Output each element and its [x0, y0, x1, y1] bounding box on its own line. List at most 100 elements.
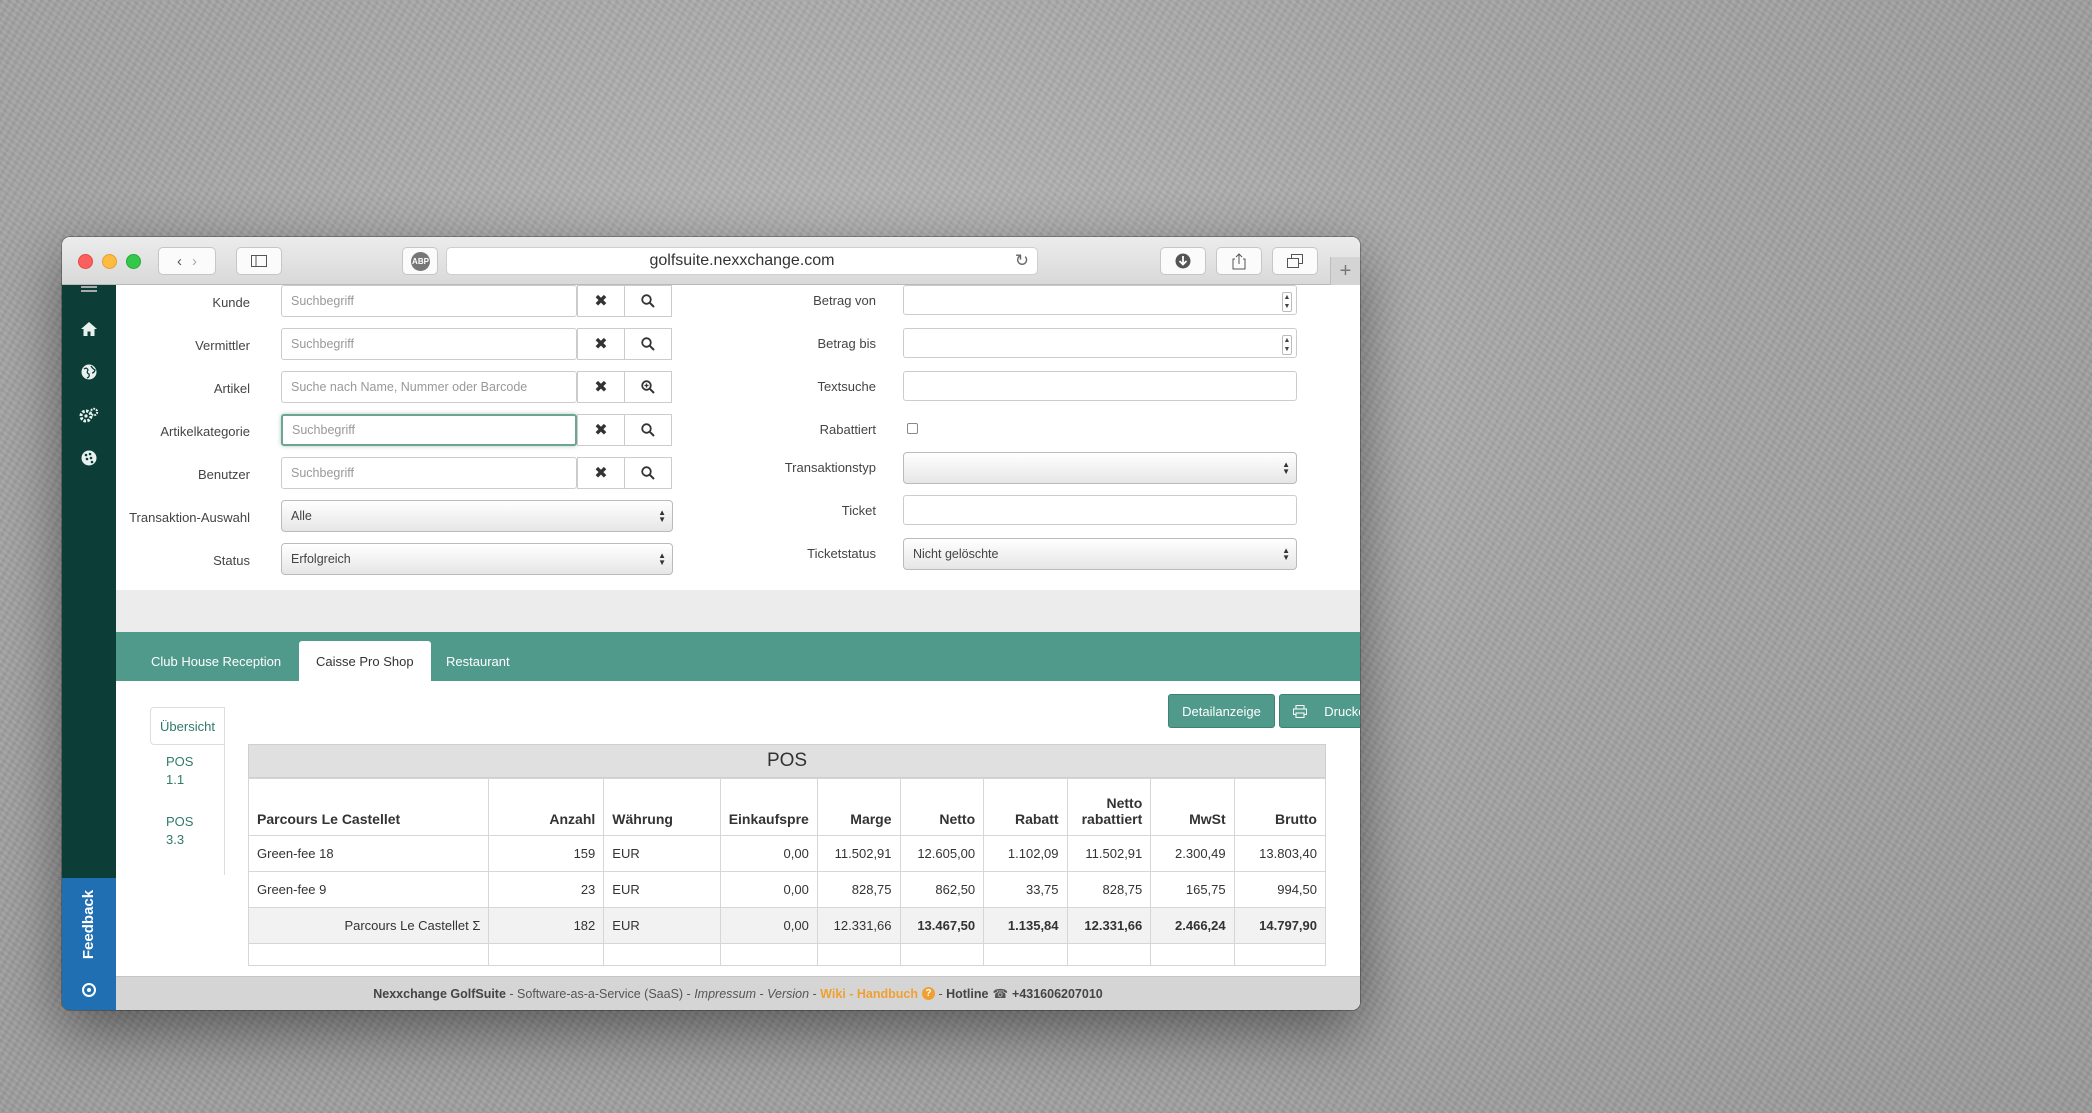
- ticketstatus-select[interactable]: Nicht gelöschte ▲ ▼: [903, 538, 1297, 570]
- wiki-handbuch-link[interactable]: Wiki - Handbuch: [820, 987, 918, 1001]
- cell-empty: [816, 943, 901, 966]
- golf-ball-icon[interactable]: [62, 443, 116, 473]
- transaktion-auswahl-select[interactable]: Alle ▲ ▼: [281, 500, 673, 532]
- select-arrows-icon: ▲ ▼: [658, 551, 666, 567]
- cell-total-rabatt: 1.135,84: [983, 907, 1068, 944]
- address-bar[interactable]: golfsuite.nexxchange.com ↻: [446, 247, 1038, 275]
- cell-total-mwst: 2.466,24: [1150, 907, 1235, 944]
- status-value: Erfolgreich: [291, 552, 351, 566]
- sidebar-toggle-icon: [251, 255, 267, 267]
- tab-club-house-reception[interactable]: Club House Reception: [134, 641, 298, 681]
- col-header-name[interactable]: Parcours Le Castellet: [247, 778, 490, 836]
- version-link[interactable]: Version: [767, 987, 809, 1001]
- artikelkategorie-search-button[interactable]: [624, 414, 672, 446]
- close-icon: ✖: [594, 422, 608, 439]
- help-icon[interactable]: ?: [921, 987, 935, 1000]
- feedback-tab[interactable]: Feedback: [62, 878, 116, 970]
- detailanzeige-button[interactable]: Detailanzeige: [1168, 694, 1275, 728]
- vermittler-input[interactable]: Suchbegriff: [281, 328, 577, 360]
- ticketstatus-value: Nicht gelöschte: [913, 547, 999, 561]
- cell-total-brutto: 14.797,90: [1233, 907, 1327, 944]
- benutzer-input[interactable]: Suchbegriff: [281, 457, 577, 489]
- subnav-item-pos-1-1[interactable]: POS 1.1: [166, 753, 193, 789]
- col-header-einkaufspreis[interactable]: Einkaufspre: [719, 778, 818, 836]
- col-header-waehrung[interactable]: Währung: [603, 778, 721, 836]
- adblock-icon: ABP: [411, 252, 430, 271]
- back-icon[interactable]: ‹: [177, 253, 192, 270]
- artikelkategorie-clear-button[interactable]: ✖: [577, 414, 625, 446]
- menu-icon[interactable]: [62, 285, 116, 293]
- col-header-brutto[interactable]: Brutto: [1233, 778, 1327, 836]
- zoom-window-button[interactable]: [126, 254, 141, 269]
- close-icon: ✖: [594, 379, 608, 396]
- adblock-button[interactable]: ABP: [402, 247, 438, 275]
- tabs-overview-button[interactable]: [1272, 247, 1318, 275]
- cell-mwst: 165,75: [1150, 871, 1235, 908]
- artikel-clear-button[interactable]: ✖: [577, 371, 625, 403]
- tab-restaurant[interactable]: Restaurant: [429, 641, 527, 681]
- kunde-label: Kunde: [212, 295, 250, 310]
- downloads-button[interactable]: [1160, 247, 1206, 275]
- settings-icon[interactable]: [62, 400, 116, 430]
- benutzer-search-button[interactable]: [624, 457, 672, 489]
- cell-empty: [1066, 943, 1152, 966]
- subnav-item-pos-3-3[interactable]: POS 3.3: [166, 813, 193, 849]
- close-icon: ✖: [594, 293, 608, 310]
- globe-icon[interactable]: [62, 357, 116, 387]
- kunde-clear-button[interactable]: ✖: [577, 285, 625, 317]
- col-header-rabatt[interactable]: Rabatt: [983, 778, 1068, 836]
- cell-empty: [247, 943, 490, 966]
- col-header-mwst[interactable]: MwSt: [1150, 778, 1235, 836]
- artikel-input[interactable]: Suche nach Name, Nummer oder Barcode: [281, 371, 577, 403]
- ticket-input[interactable]: [903, 495, 1297, 525]
- table-row: [247, 943, 1327, 966]
- subnav-uebersicht[interactable]: Übersicht: [150, 707, 224, 745]
- sidebar-toggle-button[interactable]: [236, 247, 282, 275]
- drucken-button[interactable]: Drucken: [1279, 694, 1360, 728]
- hotline-number[interactable]: +431606207010: [1012, 987, 1103, 1001]
- download-icon: [1175, 253, 1191, 269]
- forward-icon[interactable]: ›: [192, 253, 197, 270]
- col-header-anzahl[interactable]: Anzahl: [488, 778, 605, 836]
- rabattiert-checkbox[interactable]: [907, 423, 918, 434]
- rabattiert-label: Rabattiert: [819, 422, 876, 437]
- benutzer-clear-button[interactable]: ✖: [577, 457, 625, 489]
- artikel-zoom-search-button[interactable]: [624, 371, 672, 403]
- cell-empty: [603, 943, 721, 966]
- kunde-search-button[interactable]: [624, 285, 672, 317]
- close-window-button[interactable]: [78, 254, 93, 269]
- betrag-bis-input[interactable]: ▲ ▼: [903, 328, 1297, 358]
- header-line-2: rabattiert: [1081, 811, 1143, 827]
- kunde-input[interactable]: Suchbegriff: [281, 285, 577, 317]
- transaktionstyp-select[interactable]: ▲ ▼: [903, 452, 1297, 484]
- number-spinner-icon[interactable]: ▲ ▼: [1282, 292, 1292, 312]
- cell-rabatt: 1.102,09: [983, 835, 1068, 872]
- footer-brand: Nexxchange GolfSuite: [373, 986, 506, 1001]
- feedback-icon[interactable]: [62, 970, 116, 1010]
- cell-total-anzahl: 182: [488, 907, 605, 944]
- textsuche-input[interactable]: [903, 371, 1297, 401]
- cell-total-netto-rabattiert: 12.331,66: [1066, 907, 1152, 944]
- col-header-marge[interactable]: Marge: [816, 778, 901, 836]
- tab-caisse-pro-shop[interactable]: Caisse Pro Shop: [299, 641, 431, 681]
- vermittler-search-button[interactable]: [624, 328, 672, 360]
- transaktion-auswahl-value: Alle: [291, 509, 312, 523]
- share-button[interactable]: [1216, 247, 1262, 275]
- artikelkategorie-input[interactable]: Suchbegriff: [281, 414, 577, 446]
- col-header-netto[interactable]: Netto: [899, 778, 985, 836]
- vermittler-clear-button[interactable]: ✖: [577, 328, 625, 360]
- impressum-link[interactable]: Impressum: [694, 987, 756, 1001]
- cell-mwst: 2.300,49: [1150, 835, 1235, 872]
- status-select[interactable]: Erfolgreich ▲ ▼: [281, 543, 673, 575]
- minimize-window-button[interactable]: [102, 254, 117, 269]
- betrag-von-input[interactable]: ▲ ▼: [903, 285, 1297, 315]
- home-icon[interactable]: [62, 314, 116, 344]
- col-header-netto-rabattiert[interactable]: Netto rabattiert: [1066, 778, 1152, 836]
- reload-icon[interactable]: ↻: [1015, 251, 1029, 271]
- url-text: golfsuite.nexxchange.com: [649, 252, 835, 269]
- new-tab-button[interactable]: +: [1330, 257, 1360, 285]
- number-spinner-icon[interactable]: ▲ ▼: [1282, 335, 1292, 355]
- cell-einkauf: 0,00: [719, 835, 818, 872]
- search-icon: [641, 337, 655, 351]
- browser-titlebar: ‹ › ABP golfsuite.nexxchange.com ↻ +: [62, 237, 1360, 285]
